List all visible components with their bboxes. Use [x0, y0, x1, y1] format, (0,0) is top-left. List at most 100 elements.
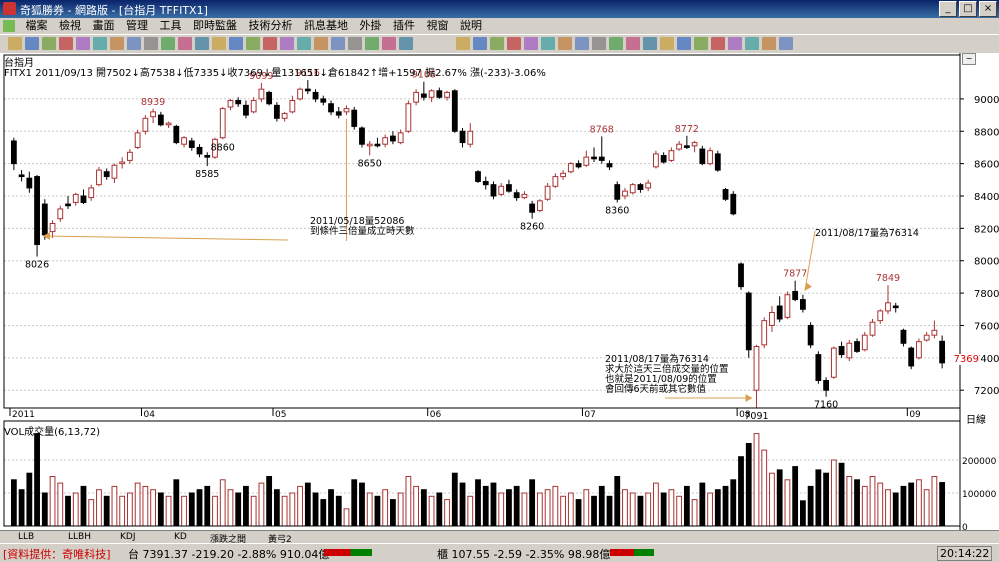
- candle-body: [451, 90, 458, 132]
- candle-body: [598, 156, 605, 161]
- zoom-icon[interactable]: [473, 37, 487, 50]
- indicator-icon[interactable]: [524, 37, 538, 50]
- candle-body: [707, 150, 713, 165]
- add-icon[interactable]: [694, 37, 708, 50]
- grid-icon[interactable]: [297, 37, 311, 50]
- candle-body: [196, 146, 203, 155]
- open-icon[interactable]: [212, 37, 226, 50]
- volume-bar: [567, 492, 574, 527]
- window-title: 奇狐勝券 - 網路版 - [台指月 TFFITX1]: [20, 4, 208, 17]
- tab-kdj[interactable]: KDJ: [120, 532, 136, 542]
- open-icon[interactable]: [456, 37, 470, 50]
- volume-bar: [397, 492, 404, 527]
- menu-screen[interactable]: 畫面: [89, 18, 119, 33]
- save-icon[interactable]: [643, 37, 657, 50]
- volume-bar: [219, 479, 226, 527]
- save-icon[interactable]: [195, 37, 209, 50]
- line-icon[interactable]: [331, 37, 345, 50]
- candle-body: [127, 151, 133, 161]
- volume-bar: [738, 456, 744, 527]
- candle-body: [181, 137, 187, 145]
- color-icon[interactable]: [178, 37, 192, 50]
- candle-body: [297, 88, 303, 100]
- window-title-bar[interactable]: 奇狐勝券 - 網路版 - [台指月 TFFITX1] _ □ ×: [0, 0, 999, 18]
- candle-body: [150, 111, 157, 118]
- indicator-icon[interactable]: [280, 37, 294, 50]
- menu-file[interactable]: 檔案: [22, 18, 52, 33]
- save-icon[interactable]: [399, 37, 413, 50]
- extreme-label: 7877: [783, 269, 807, 280]
- close-button[interactable]: ×: [979, 1, 997, 17]
- text-icon[interactable]: [592, 37, 606, 50]
- color-icon[interactable]: [382, 37, 396, 50]
- draw-icon[interactable]: [110, 37, 124, 50]
- candle-body: [583, 156, 590, 166]
- tab-llbh[interactable]: LLBH: [68, 532, 91, 542]
- annotation-may18-line2: 到條件三倍量成立時天數: [310, 226, 415, 237]
- menu-view[interactable]: 檢視: [55, 18, 85, 33]
- candle-body: [923, 334, 930, 341]
- tab-kd[interactable]: KD: [174, 532, 187, 542]
- candle-body: [397, 132, 404, 144]
- menu-help[interactable]: 說明: [456, 18, 486, 33]
- zoom-icon[interactable]: [677, 37, 691, 50]
- menu-news[interactable]: 訊息基地: [300, 18, 352, 33]
- extreme-label: 8772: [675, 124, 699, 135]
- trend-icon[interactable]: [365, 37, 379, 50]
- candle-body: [475, 171, 481, 182]
- line-icon[interactable]: [575, 37, 589, 50]
- grid-icon[interactable]: [93, 37, 107, 50]
- volume-bar: [413, 485, 420, 527]
- trend-icon[interactable]: [609, 37, 623, 50]
- draw-icon[interactable]: [558, 37, 572, 50]
- candlestick-chart[interactable]: 80268939858588609099 91168650910682608768…: [0, 53, 999, 543]
- trend-icon[interactable]: [161, 37, 175, 50]
- grid-icon[interactable]: [541, 37, 555, 50]
- menu-monitor[interactable]: 即時監盤: [189, 18, 241, 33]
- add-icon[interactable]: [490, 37, 504, 50]
- chart-icon[interactable]: [507, 37, 521, 50]
- volume-tick-label: 200000: [962, 457, 997, 467]
- volume-bar: [931, 476, 938, 527]
- menu-window[interactable]: 視窗: [423, 18, 453, 33]
- grid-icon[interactable]: [745, 37, 759, 50]
- volume-bar: [761, 449, 768, 527]
- volume-bar: [815, 469, 822, 527]
- minimize-button[interactable]: _: [939, 1, 957, 17]
- candle-body: [900, 329, 907, 344]
- open-icon[interactable]: [660, 37, 674, 50]
- menu-manage[interactable]: 管理: [122, 18, 152, 33]
- text-icon[interactable]: [348, 37, 362, 50]
- add-icon[interactable]: [42, 37, 56, 50]
- indicator-icon[interactable]: [728, 37, 742, 50]
- zoom-icon[interactable]: [25, 37, 39, 50]
- maximize-button[interactable]: □: [959, 1, 977, 17]
- menu-plugins[interactable]: 外掛: [356, 18, 386, 33]
- line-icon[interactable]: [127, 37, 141, 50]
- annotation-arrow-aug09-head: [745, 394, 753, 402]
- chart-icon[interactable]: [711, 37, 725, 50]
- open-icon[interactable]: [8, 37, 22, 50]
- chart-icon[interactable]: [59, 37, 73, 50]
- color-icon[interactable]: [626, 37, 640, 50]
- indicator-icon[interactable]: [76, 37, 90, 50]
- candle-body: [413, 91, 420, 103]
- draw-icon[interactable]: [314, 37, 328, 50]
- draw-icon[interactable]: [762, 37, 776, 50]
- zoom-icon[interactable]: [229, 37, 243, 50]
- price-tick-label: 7600: [974, 321, 999, 332]
- volume-bar: [707, 492, 713, 527]
- menu-tools[interactable]: 工具: [156, 18, 186, 33]
- x-tick-label: 06: [430, 410, 442, 420]
- menu-technical[interactable]: 技術分析: [245, 18, 297, 33]
- menu-addons[interactable]: 插件: [389, 18, 419, 33]
- text-icon[interactable]: [144, 37, 158, 50]
- collapse-icon[interactable]: −: [962, 53, 976, 65]
- add-icon[interactable]: [246, 37, 260, 50]
- chart-icon[interactable]: [263, 37, 277, 50]
- period-label[interactable]: 日線: [966, 411, 986, 426]
- candle-body: [366, 143, 373, 147]
- tab-llb[interactable]: LLB: [18, 532, 34, 542]
- volume-bar: [297, 485, 303, 527]
- line-icon[interactable]: [779, 37, 793, 50]
